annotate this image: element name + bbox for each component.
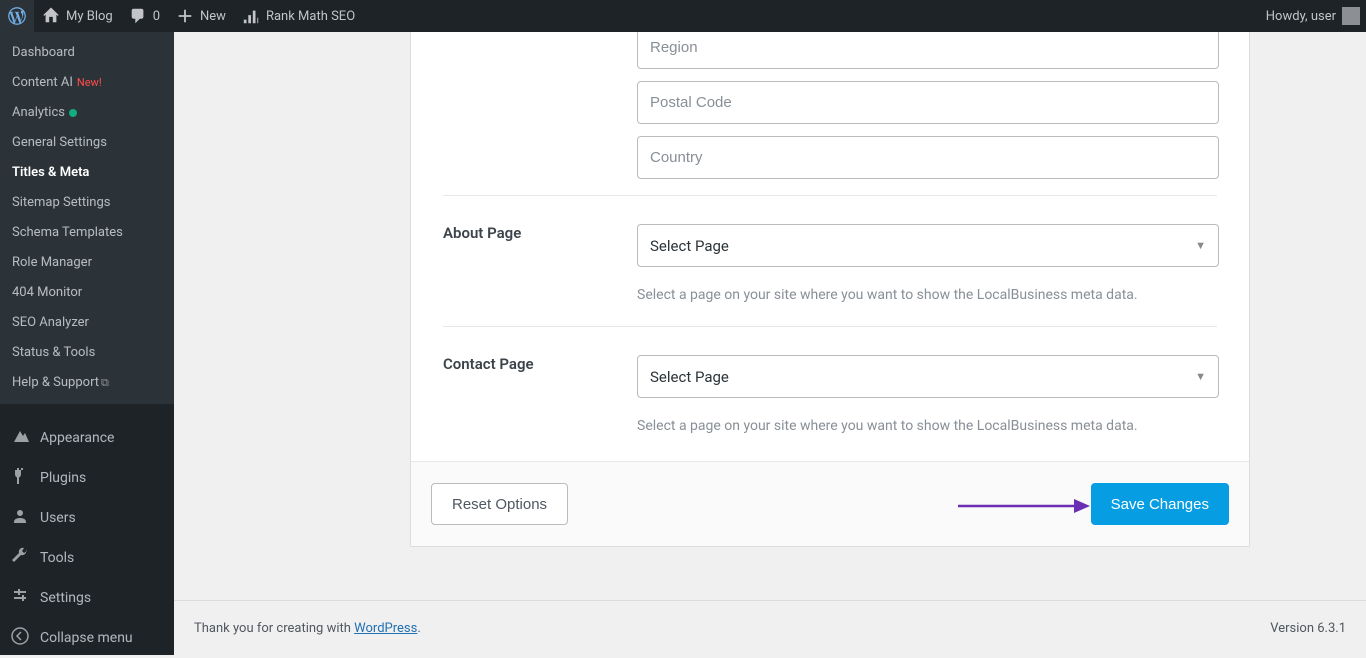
comments-count: 0 [153,9,160,24]
admin-bar: My Blog 0 New Rank Math SEO Howdy, user [0,0,1366,32]
wordpress-icon [8,7,26,25]
sidebar-item-dashboard[interactable]: Dashboard [0,38,174,68]
region-input[interactable] [637,32,1219,69]
sidebar-item-general-settings[interactable]: General Settings [0,128,174,158]
site-name-item[interactable]: My Blog [34,0,121,32]
comment-icon [129,7,147,25]
collapse-menu[interactable]: Collapse menu [0,618,174,658]
settings-panel: About Page Select Page ▼ Select a page o… [410,32,1250,547]
button-bar: Reset Options Save Changes [411,461,1249,546]
sidebar-item-appearance[interactable]: Appearance [0,418,174,458]
caret-down-icon: ▼ [1195,239,1206,252]
comments-item[interactable]: 0 [121,0,168,32]
about-page-description: Select a page on your site where you wan… [637,287,1217,303]
wordpress-link[interactable]: WordPress [354,621,417,636]
country-input[interactable] [637,136,1219,179]
sidebar-item-plugins[interactable]: Plugins [0,458,174,498]
admin-bar-right[interactable]: Howdy, user [1266,7,1366,25]
admin-bar-left: My Blog 0 New Rank Math SEO [0,0,363,32]
plus-icon [176,7,194,25]
caret-down-icon: ▼ [1195,370,1206,383]
site-name-label: My Blog [66,9,113,24]
contact-page-label: Contact Page [443,355,623,373]
status-dot [69,109,77,117]
sidebar-item-settings[interactable]: Settings [0,578,174,618]
sidebar-item-help-support[interactable]: Help & Support⧉ [0,368,174,398]
collapse-icon [10,626,30,650]
sidebar-item-analytics[interactable]: Analytics [0,98,174,128]
admin-footer: Thank you for creating with WordPress. V… [174,600,1366,655]
sidebar-item-users[interactable]: Users [0,498,174,538]
new-item[interactable]: New [168,0,234,32]
plugins-icon [10,466,30,490]
sidebar-item-role-manager[interactable]: Role Manager [0,248,174,278]
reset-options-button[interactable]: Reset Options [431,483,568,525]
rankmath-icon [242,7,260,25]
sidebar-item-tools[interactable]: Tools [0,538,174,578]
save-changes-button[interactable]: Save Changes [1091,483,1229,525]
content-wrap: About Page Select Page ▼ Select a page o… [174,32,1366,655]
wp-logo[interactable] [0,0,34,32]
sidebar-item-404-monitor[interactable]: 404 Monitor [0,278,174,308]
rankmath-label: Rank Math SEO [266,9,355,24]
admin-sidebar: Dashboard Content AINew! Analytics Gener… [0,32,174,655]
users-icon [10,506,30,530]
postal-code-input[interactable] [637,81,1219,124]
appearance-icon [10,426,30,450]
footer-thanks: Thank you for creating with WordPress. [194,621,421,636]
avatar [1342,7,1360,25]
contact-page-description: Select a page on your site where you wan… [637,418,1217,434]
home-icon [42,7,60,25]
footer-version: Version 6.3.1 [1270,621,1346,636]
new-label: New [200,9,226,24]
about-page-label: About Page [443,224,623,242]
sidebar-item-status-tools[interactable]: Status & Tools [0,338,174,368]
about-page-selected: Select Page [650,237,729,255]
howdy-label: Howdy, user [1266,9,1336,24]
sidebar-item-content-ai[interactable]: Content AINew! [0,68,174,98]
external-icon: ⧉ [101,376,109,389]
sidebar-item-seo-analyzer[interactable]: SEO Analyzer [0,308,174,338]
rankmath-submenu: Dashboard Content AINew! Analytics Gener… [0,32,174,404]
about-page-select[interactable]: Select Page ▼ [637,224,1219,267]
sidebar-item-titles-meta[interactable]: Titles & Meta [0,158,174,188]
sidebar-item-sitemap[interactable]: Sitemap Settings [0,188,174,218]
contact-page-select[interactable]: Select Page ▼ [637,355,1219,398]
tools-icon [10,546,30,570]
rankmath-item[interactable]: Rank Math SEO [234,0,363,32]
settings-icon [10,586,30,610]
contact-page-selected: Select Page [650,368,729,386]
sidebar-item-schema[interactable]: Schema Templates [0,218,174,248]
